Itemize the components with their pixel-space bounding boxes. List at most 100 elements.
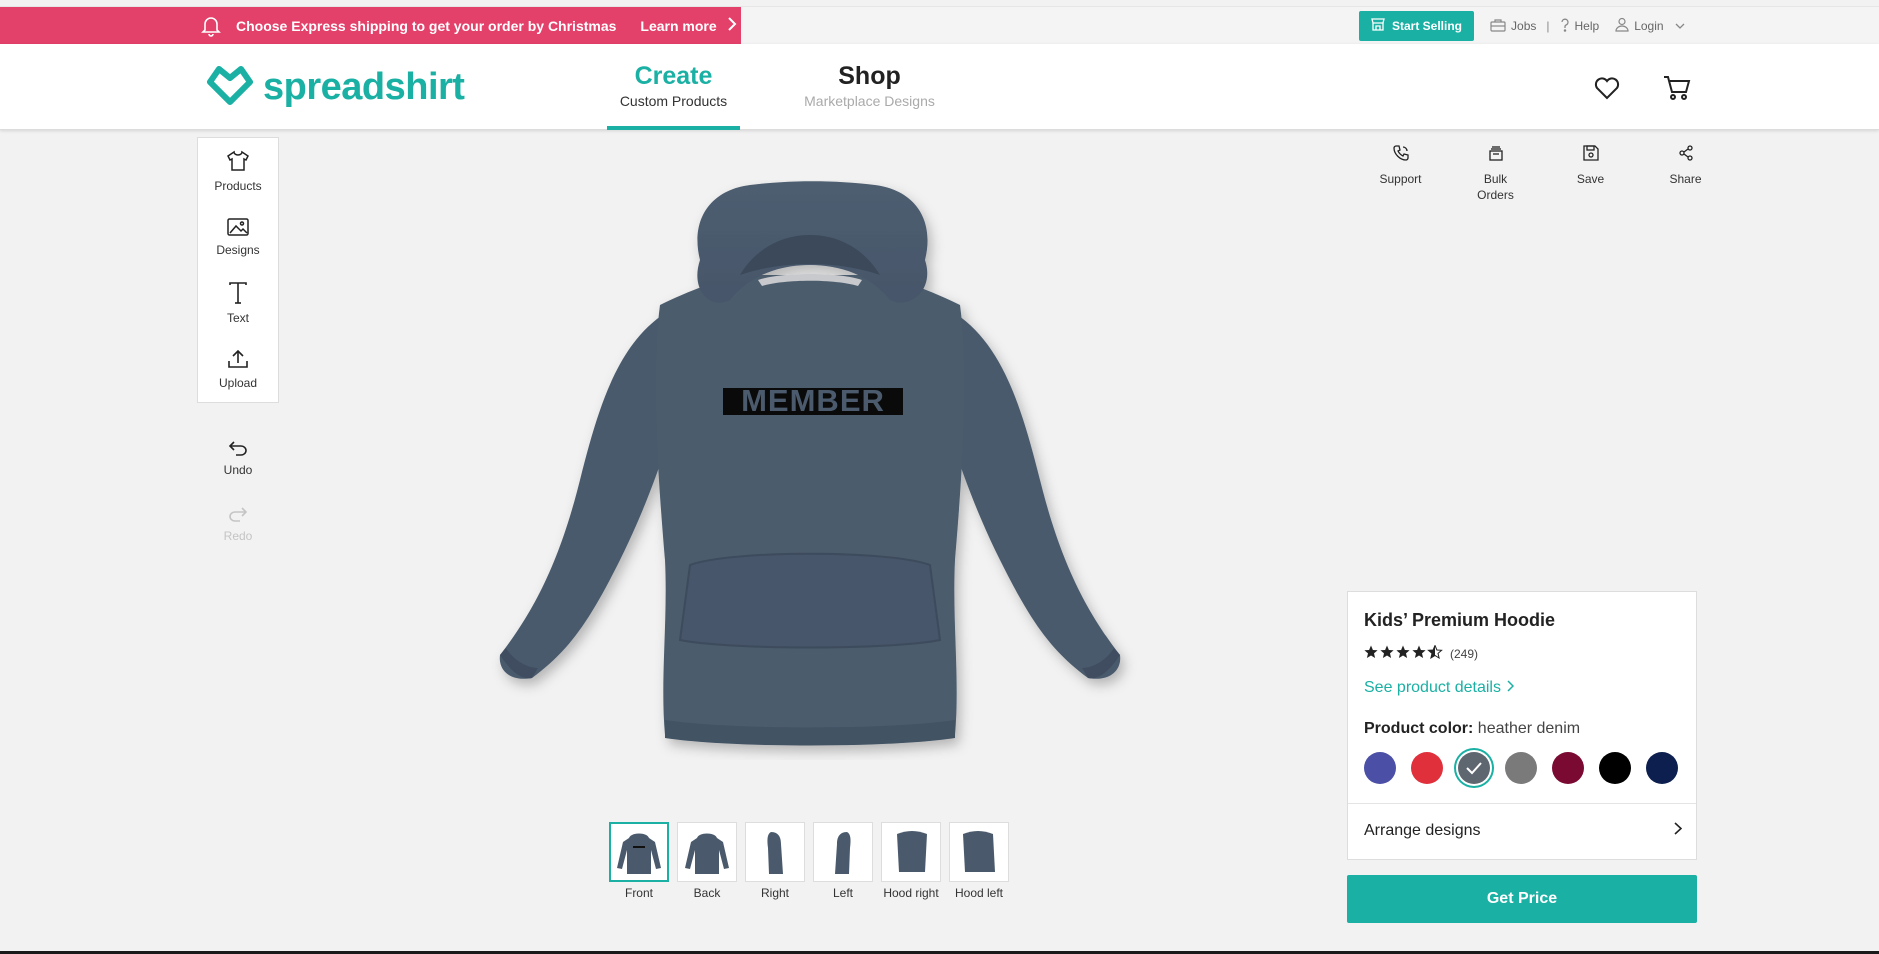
upload-tool-label: Upload <box>218 375 258 390</box>
view-thumb-right[interactable]: Right <box>745 822 805 901</box>
get-price-button[interactable]: Get Price <box>1347 875 1697 923</box>
view-thumbnails: Front Back Right Left Hood right Hood le… <box>609 822 1009 901</box>
undo-label: Undo <box>223 463 253 477</box>
support-action[interactable]: Support <box>1353 145 1448 203</box>
color-swatches <box>1364 752 1678 784</box>
redo-icon <box>228 506 248 525</box>
products-tool[interactable]: Products <box>198 138 278 204</box>
chevron-down-icon <box>1675 19 1685 33</box>
redo-label: Redo <box>223 529 253 543</box>
tab-create[interactable]: Create Custom Products <box>607 62 740 130</box>
bulk-orders-label: Bulk Orders <box>1477 172 1514 202</box>
save-icon <box>1582 145 1599 165</box>
color-swatch[interactable] <box>1505 752 1537 784</box>
support-label: Support <box>1379 172 1422 186</box>
tab-shop-title: Shop <box>838 62 901 90</box>
main-header: spreadshirt Create Custom Products Shop … <box>0 44 1879 130</box>
text-tool[interactable]: Text <box>198 270 278 336</box>
product-name: Kids’ Premium Hoodie <box>1364 610 1556 630</box>
color-swatch[interactable] <box>1599 752 1631 784</box>
design-toolbar: Products Designs Text Upload <box>197 137 279 403</box>
start-selling-button[interactable]: Start Selling <box>1359 11 1475 41</box>
color-swatch[interactable] <box>1646 752 1678 784</box>
chevron-right-icon <box>1507 679 1515 697</box>
help-label: Help <box>1574 19 1600 33</box>
text-icon <box>228 281 248 307</box>
start-selling-label: Start Selling <box>1392 19 1463 33</box>
color-swatch[interactable] <box>1411 752 1443 784</box>
color-swatch[interactable] <box>1552 752 1584 784</box>
wishlist-heart-icon[interactable] <box>1593 74 1621 102</box>
color-swatch[interactable] <box>1458 752 1490 784</box>
view-thumb-left[interactable]: Left <box>813 822 873 901</box>
view-thumb-left-label: Left <box>832 886 853 900</box>
see-product-details-label: See product details <box>1364 679 1501 696</box>
cart-icon[interactable] <box>1663 74 1691 102</box>
chevron-right-icon <box>727 16 737 37</box>
help-link[interactable]: Help <box>1560 18 1600 35</box>
product-rating[interactable]: (249) <box>1364 644 1478 662</box>
designs-tool[interactable]: Designs <box>198 204 278 270</box>
learn-more-link[interactable]: Learn more <box>640 18 716 34</box>
briefcase-icon <box>1490 18 1506 35</box>
view-thumb-hood-right-label: Hood right <box>883 886 939 900</box>
save-action[interactable]: Save <box>1543 145 1638 203</box>
view-thumb-back-label: Back <box>693 886 721 900</box>
view-thumb-hood-left[interactable]: Hood left <box>949 822 1009 901</box>
login-link[interactable]: Login <box>1615 17 1685 35</box>
top-right-nav: Start Selling Jobs | Help Login <box>1359 11 1685 41</box>
heart-logo-icon <box>205 64 255 111</box>
arrange-designs-row[interactable]: Arrange designs <box>1364 822 1683 840</box>
undo-icon <box>228 440 248 459</box>
panel-divider <box>1348 803 1696 804</box>
image-icon <box>227 217 249 239</box>
promo-text: Choose Express shipping to get your orde… <box>236 18 617 34</box>
design-actions: Support Bulk Orders Save Share <box>1353 145 1733 203</box>
upload-icon <box>227 349 249 372</box>
nav-separator: | <box>1546 19 1550 33</box>
view-thumb-right-image <box>745 822 805 882</box>
view-thumb-front[interactable]: Front <box>609 822 669 901</box>
view-thumb-hood-left-label: Hood left <box>954 886 1004 900</box>
share-label: Share <box>1669 172 1702 186</box>
save-label: Save <box>1576 172 1605 186</box>
question-icon <box>1560 18 1570 35</box>
view-thumb-hood-right[interactable]: Hood right <box>881 822 941 901</box>
checkmark-icon <box>1458 752 1490 784</box>
design-print-text[interactable]: MEMBER <box>741 383 885 418</box>
top-strip: Choose Express shipping to get your orde… <box>0 6 1879 45</box>
login-label: Login <box>1634 19 1664 33</box>
view-thumb-back-image <box>677 822 737 882</box>
tab-shop-subtitle: Marketplace Designs <box>804 93 935 109</box>
view-thumb-hood-right-image <box>881 822 941 882</box>
product-color-value: heather denim <box>1477 720 1581 737</box>
bulk-orders-action[interactable]: Bulk Orders <box>1448 145 1543 203</box>
jobs-label: Jobs <box>1511 19 1537 33</box>
chevron-right-icon <box>1674 822 1683 840</box>
product-color-label: Product color: <box>1364 720 1474 737</box>
tab-create-subtitle: Custom Products <box>619 93 728 109</box>
view-thumb-back[interactable]: Back <box>677 822 737 901</box>
view-thumb-hood-left-image <box>949 822 1009 882</box>
jobs-link[interactable]: Jobs <box>1490 18 1536 35</box>
phone-icon <box>1392 145 1409 165</box>
share-action[interactable]: Share <box>1638 145 1733 203</box>
product-color: Product color: heather denim <box>1364 720 1580 738</box>
spreadshirt-logo[interactable]: spreadshirt <box>205 64 465 111</box>
view-thumb-right-label: Right <box>760 886 789 900</box>
tshirt-icon <box>226 150 250 175</box>
product-canvas[interactable]: MEMBER <box>490 180 1140 760</box>
see-product-details-link[interactable]: See product details <box>1364 679 1515 697</box>
view-thumb-front-label: Front <box>624 886 653 900</box>
store-icon <box>1371 18 1385 34</box>
redo-button[interactable]: Redo <box>197 506 279 543</box>
tab-shop[interactable]: Shop Marketplace Designs <box>797 62 942 109</box>
color-swatch[interactable] <box>1364 752 1396 784</box>
undo-button[interactable]: Undo <box>197 440 279 477</box>
product-panel: Kids’ Premium Hoodie (249) See product d… <box>1347 591 1697 860</box>
share-icon <box>1678 145 1694 165</box>
promo-banner[interactable]: Choose Express shipping to get your orde… <box>0 7 741 45</box>
text-tool-label: Text <box>226 310 249 325</box>
upload-tool[interactable]: Upload <box>198 336 278 402</box>
stack-icon <box>1488 145 1504 165</box>
